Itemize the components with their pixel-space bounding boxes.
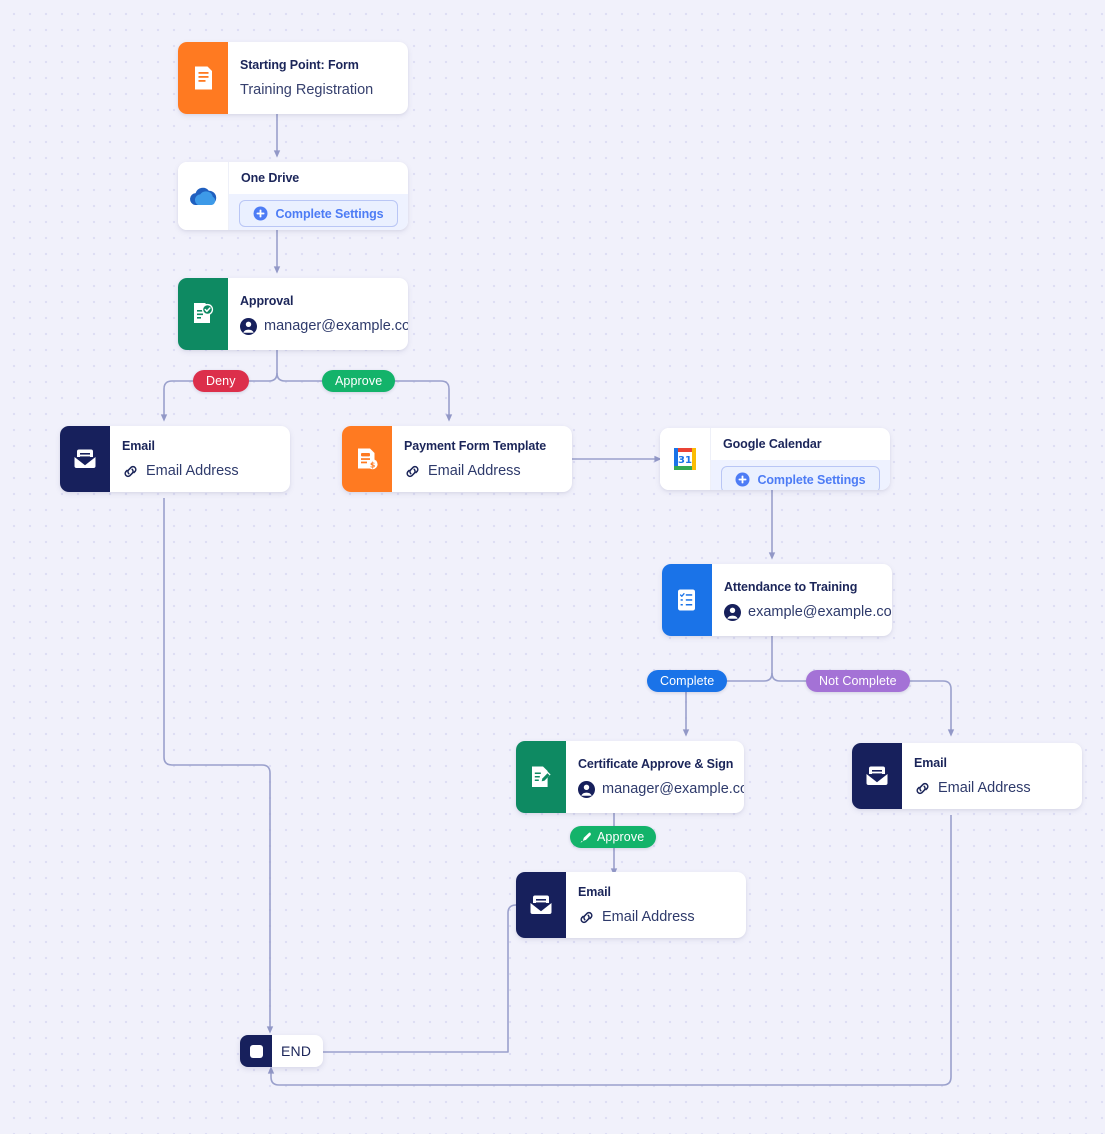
end-label: END bbox=[281, 1043, 312, 1059]
branch-label-sign-approve[interactable]: Approve bbox=[570, 826, 657, 848]
node-title: Approval bbox=[240, 293, 294, 308]
person-icon bbox=[724, 603, 741, 621]
node-payment-form-template[interactable]: $ Payment Form Template Email Address bbox=[342, 426, 572, 492]
node-icon-tile bbox=[516, 741, 566, 813]
node-title: Email bbox=[914, 755, 947, 770]
node-icon-tile bbox=[662, 564, 712, 636]
branch-label-complete[interactable]: Complete bbox=[647, 670, 728, 692]
node-title: Starting Point: Form bbox=[240, 58, 359, 72]
form-document-icon bbox=[195, 66, 212, 90]
link-icon bbox=[578, 909, 595, 926]
node-end[interactable]: END bbox=[240, 1035, 324, 1067]
stop-square-icon bbox=[249, 1044, 263, 1058]
node-icon-tile bbox=[240, 1035, 272, 1067]
node-subtitle: Email Address bbox=[914, 780, 1068, 797]
link-icon bbox=[404, 463, 421, 480]
plus-circle-icon bbox=[253, 206, 268, 221]
plus-circle-icon bbox=[735, 472, 750, 487]
envelope-icon bbox=[866, 766, 888, 785]
svg-text:31: 31 bbox=[678, 455, 692, 466]
svg-text:$: $ bbox=[370, 460, 375, 469]
node-starting-point-form[interactable]: Starting Point: Form Training Registrati… bbox=[178, 42, 408, 114]
node-subtitle: Email Address bbox=[578, 909, 732, 926]
node-subtitle: Email Address bbox=[122, 463, 276, 480]
node-subtitle: example@example.com bbox=[724, 603, 892, 621]
node-google-calendar[interactable]: 31 Google Calendar Complete Settings bbox=[660, 428, 890, 490]
node-icon-tile bbox=[516, 872, 566, 938]
node-email-not-complete[interactable]: Email Email Address bbox=[852, 743, 1082, 809]
node-title: Email bbox=[578, 884, 611, 899]
link-icon bbox=[122, 463, 139, 480]
signature-document-icon bbox=[532, 766, 551, 787]
node-certificate-approve-sign[interactable]: Certificate Approve & Sign manager@examp… bbox=[516, 741, 744, 813]
workflow-canvas[interactable]: Starting Point: Form Training Registrati… bbox=[0, 0, 1105, 1134]
node-subtitle: Training Registration bbox=[240, 82, 374, 98]
node-icon-tile bbox=[178, 162, 229, 230]
node-icon-tile bbox=[852, 743, 902, 809]
node-icon-tile bbox=[178, 278, 228, 350]
envelope-icon bbox=[530, 895, 552, 914]
approval-check-document-icon bbox=[194, 303, 214, 323]
node-email-certificate[interactable]: Email Email Address bbox=[516, 872, 746, 938]
node-one-drive[interactable]: One Drive Complete Settings bbox=[178, 162, 408, 230]
node-title: Google Calendar bbox=[723, 437, 822, 451]
node-subtitle: manager@example.com bbox=[578, 780, 744, 798]
connector-edges bbox=[160, 114, 955, 1086]
node-icon-tile: $ bbox=[342, 426, 392, 492]
node-subtitle: Email Address bbox=[404, 463, 558, 480]
node-icon-tile bbox=[60, 426, 110, 492]
node-icon-tile bbox=[178, 42, 228, 114]
branch-label-deny[interactable]: Deny bbox=[193, 370, 249, 392]
envelope-icon bbox=[74, 449, 96, 468]
node-title: One Drive bbox=[241, 171, 300, 185]
onedrive-cloud-icon bbox=[190, 187, 217, 205]
complete-settings-label: Complete Settings bbox=[275, 206, 384, 221]
complete-settings-label: Complete Settings bbox=[757, 472, 866, 487]
link-icon bbox=[914, 780, 931, 797]
branch-label-not-complete[interactable]: Not Complete bbox=[806, 670, 910, 692]
branch-label-approve[interactable]: Approve bbox=[322, 370, 396, 392]
node-title: Email bbox=[122, 438, 155, 453]
person-icon bbox=[578, 780, 595, 798]
node-title: Payment Form Template bbox=[404, 438, 547, 453]
signature-pen-icon bbox=[579, 831, 592, 844]
person-icon bbox=[240, 317, 257, 335]
google-calendar-icon: 31 bbox=[674, 448, 696, 470]
node-attendance-to-training[interactable]: Attendance to Training example@example.c… bbox=[662, 564, 892, 636]
node-icon-tile: 31 bbox=[660, 428, 711, 490]
checklist-icon bbox=[678, 589, 695, 611]
node-approval[interactable]: Approval manager@example.com bbox=[178, 278, 408, 350]
complete-settings-button[interactable]: Complete Settings bbox=[721, 466, 880, 490]
node-title: Certificate Approve & Sign bbox=[578, 756, 734, 771]
complete-settings-button[interactable]: Complete Settings bbox=[239, 200, 398, 227]
node-title: Attendance to Training bbox=[724, 579, 858, 594]
payment-document-icon: $ bbox=[358, 448, 378, 469]
node-email-deny[interactable]: Email Email Address bbox=[60, 426, 290, 492]
node-subtitle: manager@example.com bbox=[240, 317, 408, 335]
